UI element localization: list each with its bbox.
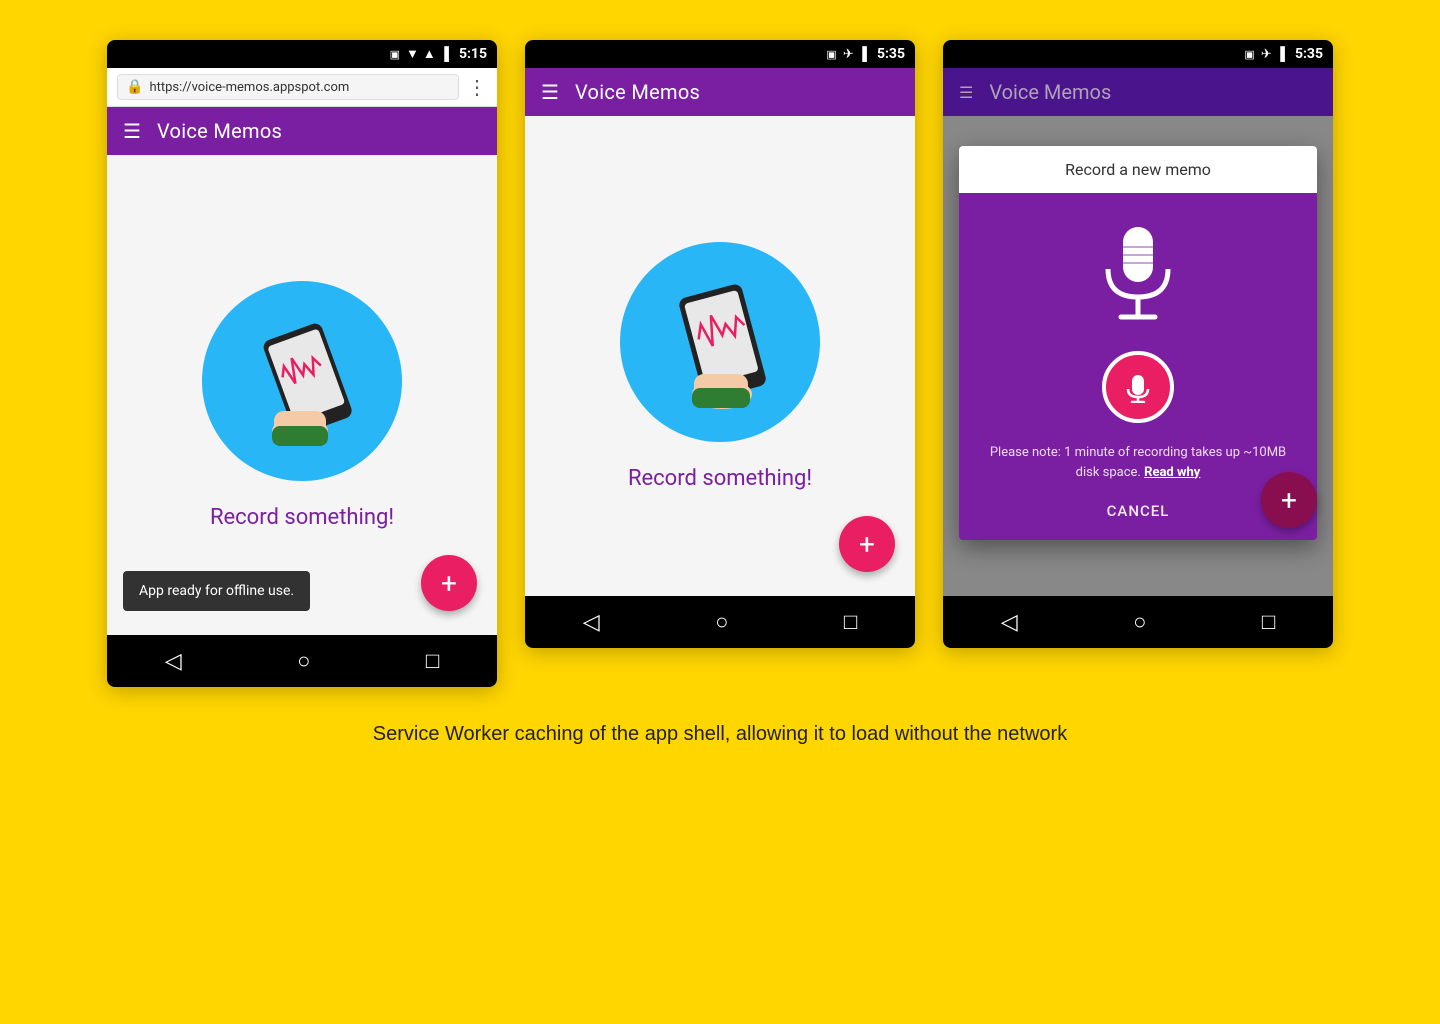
illustration-svg-2 bbox=[640, 262, 800, 422]
app-content-2: Record something! + bbox=[525, 116, 915, 596]
airplane-icon-2: ✈ bbox=[843, 47, 854, 62]
status-icons-3: ✈ ▐ bbox=[1261, 46, 1285, 62]
phone-3: ▣ ✈ ▐ 5:35 ☰ Voice Memos Record a new me… bbox=[943, 40, 1333, 648]
read-why-link[interactable]: Read why bbox=[1144, 465, 1200, 480]
fab-icon-3: + bbox=[1281, 484, 1297, 517]
fab-2[interactable]: + bbox=[839, 516, 895, 572]
app-title-3: Voice Memos bbox=[989, 80, 1111, 104]
phone-illustration-1 bbox=[202, 281, 402, 481]
back-btn-1[interactable]: ◁ bbox=[145, 641, 202, 682]
time-1: 5:15 bbox=[459, 46, 487, 62]
phones-row: ▣ ▼ ▲ ▐ 5:15 🔒 https://voice-memos.appsp… bbox=[107, 40, 1333, 687]
snackbar-text: App ready for offline use. bbox=[139, 583, 294, 599]
illustration-svg-1 bbox=[222, 301, 382, 461]
nav-bar-3: ◁ ○ □ bbox=[943, 596, 1333, 648]
home-btn-3[interactable]: ○ bbox=[1113, 601, 1166, 643]
sim-icon-1: ▣ bbox=[390, 48, 400, 61]
time-2: 5:35 bbox=[877, 46, 905, 62]
status-bar-2: ▣ ✈ ▐ 5:35 bbox=[525, 40, 915, 68]
app-toolbar-1: ☰ Voice Memos bbox=[107, 107, 497, 155]
airplane-icon-3: ✈ bbox=[1261, 47, 1272, 62]
dialog-actions: CANCEL bbox=[1083, 482, 1194, 540]
fab-3[interactable]: + bbox=[1261, 472, 1317, 528]
record-mic-icon bbox=[1122, 371, 1154, 403]
app-title-2: Voice Memos bbox=[575, 80, 700, 104]
home-btn-1[interactable]: ○ bbox=[277, 640, 330, 682]
url-box[interactable]: 🔒 https://voice-memos.appspot.com bbox=[117, 74, 459, 100]
mic-icon-large bbox=[1093, 217, 1183, 331]
back-btn-3[interactable]: ◁ bbox=[981, 602, 1038, 643]
signal-icon: ▲ bbox=[423, 46, 436, 62]
recents-btn-1[interactable]: □ bbox=[406, 640, 459, 682]
nav-bar-2: ◁ ○ □ bbox=[525, 596, 915, 648]
home-btn-2[interactable]: ○ bbox=[695, 601, 748, 643]
time-3: 5:35 bbox=[1295, 46, 1323, 62]
caption: Service Worker caching of the app shell,… bbox=[373, 719, 1067, 749]
dialog-title-text: Record a new memo bbox=[1065, 160, 1211, 179]
hamburger-menu-3[interactable]: ☰ bbox=[959, 83, 973, 102]
app-content-1: Record something! App ready for offline … bbox=[107, 155, 497, 635]
battery-icon-1: ▐ bbox=[440, 46, 449, 62]
nav-bar-1: ◁ ○ □ bbox=[107, 635, 497, 687]
hamburger-menu-1[interactable]: ☰ bbox=[123, 119, 141, 143]
status-bar-1: ▣ ▼ ▲ ▐ 5:15 bbox=[107, 40, 497, 68]
status-bar-3: ▣ ✈ ▐ 5:35 bbox=[943, 40, 1333, 68]
phone3-content: Record a new memo bbox=[943, 116, 1333, 596]
phone-illustration-2 bbox=[620, 242, 820, 442]
hamburger-menu-2[interactable]: ☰ bbox=[541, 80, 559, 104]
status-icons-1: ▼ ▲ ▐ bbox=[406, 46, 449, 62]
fab-icon-1: + bbox=[441, 567, 457, 600]
sim-icon-2: ▣ bbox=[826, 48, 836, 61]
status-icons-2: ✈ ▐ bbox=[843, 46, 867, 62]
url-text: https://voice-memos.appspot.com bbox=[149, 80, 349, 95]
fab-1[interactable]: + bbox=[421, 555, 477, 611]
record-label-2: Record something! bbox=[628, 466, 812, 491]
snackbar-1: App ready for offline use. bbox=[123, 571, 310, 611]
app-toolbar-3: ☰ Voice Memos bbox=[943, 68, 1333, 116]
battery-icon-2: ▐ bbox=[858, 46, 867, 62]
dialog-card: Record a new memo bbox=[959, 146, 1317, 540]
app-title-1: Voice Memos bbox=[157, 119, 282, 143]
dialog-note-text: Please note: 1 minute of recording takes… bbox=[990, 445, 1286, 480]
microphone-svg bbox=[1093, 217, 1183, 327]
lock-icon: 🔒 bbox=[126, 79, 143, 95]
recents-btn-3[interactable]: □ bbox=[1242, 601, 1295, 643]
dialog-note: Please note: 1 minute of recording takes… bbox=[975, 443, 1301, 482]
cancel-button[interactable]: CANCEL bbox=[1099, 494, 1178, 528]
phone-1: ▣ ▼ ▲ ▐ 5:15 🔒 https://voice-memos.appsp… bbox=[107, 40, 497, 687]
app-toolbar-2: ☰ Voice Memos bbox=[525, 68, 915, 116]
dialog-title: Record a new memo bbox=[959, 146, 1317, 193]
browser-bar: 🔒 https://voice-memos.appspot.com ⋮ bbox=[107, 68, 497, 107]
wifi-icon: ▼ bbox=[406, 46, 419, 62]
battery-icon-3: ▐ bbox=[1276, 46, 1285, 62]
record-button[interactable] bbox=[1102, 351, 1174, 423]
fab-icon-2: + bbox=[859, 528, 875, 561]
recents-btn-2[interactable]: □ bbox=[824, 601, 877, 643]
browser-menu-dots[interactable]: ⋮ bbox=[467, 75, 487, 99]
back-btn-2[interactable]: ◁ bbox=[563, 602, 620, 643]
record-label-1: Record something! bbox=[210, 505, 394, 530]
phone-2: ▣ ✈ ▐ 5:35 ☰ Voice Memos bbox=[525, 40, 915, 648]
sim-icon-3: ▣ bbox=[1244, 48, 1254, 61]
